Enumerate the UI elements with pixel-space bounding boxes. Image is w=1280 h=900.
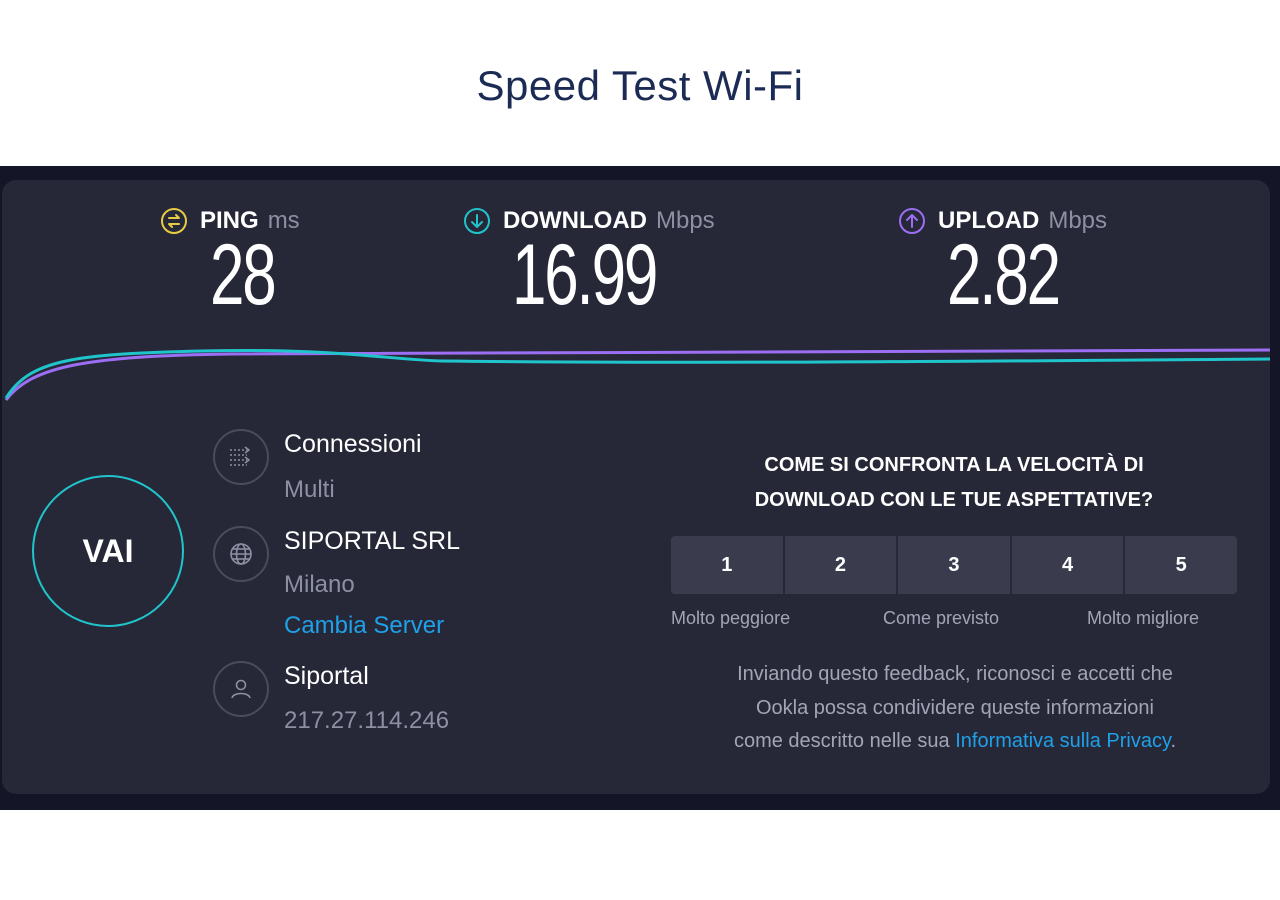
speedtest-frame: PING ms 28 DOWNLOAD Mbps 16.99 UPLOAD Mb… bbox=[0, 166, 1280, 810]
survey-question-line2: DOWNLOAD CON LE TUE ASPETTATIVE? bbox=[754, 489, 1154, 511]
survey-question-line1: COME SI CONFRONTA LA VELOCITÀ DI bbox=[764, 454, 1144, 476]
upload-value: 2.82 bbox=[947, 227, 1061, 323]
disclaimer-line1: Inviando questo feedback, riconosci e ac… bbox=[737, 663, 1173, 685]
ping-icon bbox=[160, 207, 188, 235]
connections-value: Multi bbox=[284, 476, 335, 503]
change-server-link[interactable]: Cambia Server bbox=[284, 612, 444, 640]
globe-icon bbox=[213, 526, 269, 582]
connections-title: Connessioni bbox=[284, 430, 422, 458]
connections-icon bbox=[213, 429, 269, 485]
disclaimer-line3: come descritto nelle sua Informativa sul… bbox=[664, 725, 1246, 759]
rating-button-5[interactable]: 5 bbox=[1125, 536, 1237, 594]
scale-mid-label: Come previsto bbox=[883, 608, 1000, 628]
survey-question: COME SI CONFRONTA LA VELOCITÀ DI DOWNLOA… bbox=[670, 448, 1238, 518]
download-unit: Mbps bbox=[655, 207, 715, 234]
server-name: SIPORTAL SRL bbox=[284, 527, 460, 555]
rating-button-2[interactable]: 2 bbox=[784, 536, 897, 594]
privacy-policy-link[interactable]: Informativa sulla Privacy bbox=[955, 730, 1170, 752]
ping-value: 28 bbox=[210, 227, 277, 323]
download-value: 16.99 bbox=[512, 227, 658, 323]
disclaimer-line2: Ookla possa condividere queste informazi… bbox=[756, 696, 1154, 719]
scale-high-label: Molto migliore bbox=[1087, 608, 1200, 628]
user-icon bbox=[213, 661, 269, 717]
download-icon bbox=[463, 207, 491, 235]
isp-ip: 217.27.114.246 bbox=[284, 707, 450, 734]
page-title: Speed Test Wi-Fi bbox=[476, 62, 804, 109]
disclaimer-line3-text: come descritto nelle sua bbox=[733, 730, 956, 752]
server-location: Milano bbox=[284, 571, 355, 598]
isp-name: Siportal bbox=[284, 662, 369, 690]
speed-graph bbox=[4, 348, 1270, 401]
scale-low-label: Molto peggiore bbox=[671, 608, 791, 628]
go-button[interactable]: VAI bbox=[32, 475, 184, 627]
rating-button-3[interactable]: 3 bbox=[898, 536, 1010, 594]
feedback-disclaimer: Inviando questo feedback, riconosci e ac… bbox=[664, 658, 1246, 759]
upload-icon bbox=[898, 207, 926, 235]
disclaimer-end: . bbox=[1170, 730, 1177, 752]
rating-row: 1 2 3 4 5 bbox=[671, 536, 1237, 594]
rating-button-4[interactable]: 4 bbox=[1011, 536, 1124, 594]
speedtest-card: PING ms 28 DOWNLOAD Mbps 16.99 UPLOAD Mb… bbox=[2, 180, 1270, 794]
upload-graph-line bbox=[4, 348, 1270, 401]
rating-button-1[interactable]: 1 bbox=[671, 536, 783, 594]
download-graph-line bbox=[4, 348, 1270, 399]
go-label: VAI bbox=[82, 532, 134, 569]
